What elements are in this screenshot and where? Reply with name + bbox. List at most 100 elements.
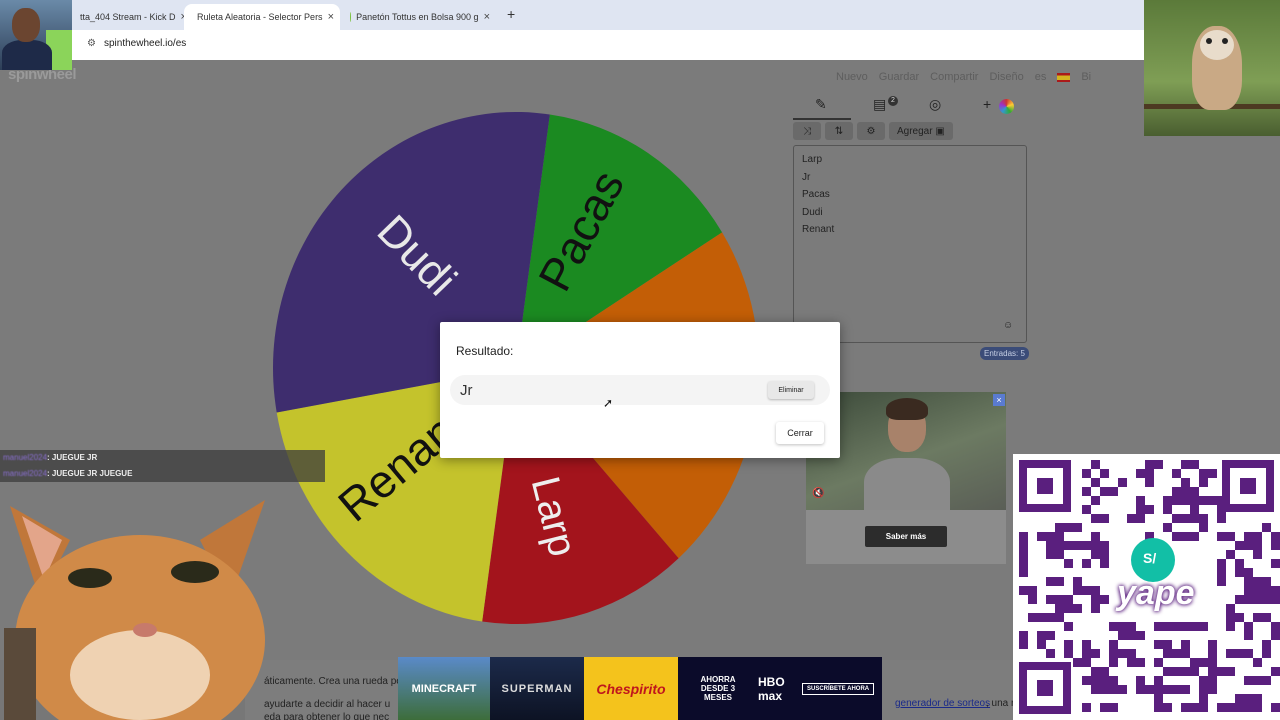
nav-save[interactable]: Guardar [879, 71, 919, 83]
qr-cell [1253, 541, 1262, 550]
mute-icon[interactable]: 🔇 [812, 488, 824, 499]
qr-cell [1100, 487, 1109, 496]
color-wheel-icon[interactable] [999, 99, 1014, 114]
new-tab-button[interactable]: + [507, 6, 515, 22]
sort-icon[interactable]: ⇅ [825, 122, 853, 140]
tab-close-icon[interactable]: × [328, 11, 334, 23]
ad-cta-button[interactable]: Saber más [865, 526, 947, 547]
qr-cell [1181, 487, 1190, 496]
qr-cell [1019, 532, 1028, 541]
qr-cell [1190, 514, 1199, 523]
qr-cell [1028, 586, 1037, 595]
qr-cell [1046, 631, 1055, 640]
mouse-cursor-icon: ➚ [603, 396, 614, 410]
ad-person-body [864, 458, 950, 510]
qr-cell [1055, 541, 1064, 550]
qr-cell [1091, 541, 1100, 550]
qr-cell [1181, 532, 1190, 541]
qr-cell [1118, 649, 1127, 658]
qr-cell [1262, 640, 1271, 649]
qr-cell [1244, 595, 1253, 604]
entry-line: Pacas [802, 189, 830, 200]
qr-cell [1046, 595, 1055, 604]
delete-button[interactable]: Eliminar [768, 381, 814, 399]
qr-cell [1073, 586, 1082, 595]
url-text[interactable]: spinthewheel.io/es [104, 38, 186, 49]
qr-cell [1082, 541, 1091, 550]
qr-cell [1253, 676, 1262, 685]
browser-tab-tottus[interactable]: Panetón Tottus en Bolsa 900 g × [342, 4, 498, 30]
qr-cell [1082, 640, 1091, 649]
image-icon: ▣ [935, 125, 945, 137]
ad-banner-minecraft[interactable]: MINECRAFT [398, 657, 490, 720]
qr-cell [1172, 496, 1181, 505]
qr-cell [1100, 703, 1109, 712]
qr-cell [1082, 586, 1091, 595]
close-button[interactable]: Cerrar [776, 422, 824, 444]
qr-cell [1145, 460, 1154, 469]
owl-face [1200, 30, 1234, 60]
address-bar[interactable]: ⚙ spinthewheel.io/es [0, 30, 1144, 60]
qr-cell [1127, 514, 1136, 523]
qr-cell [1100, 685, 1109, 694]
qr-cell [1181, 649, 1190, 658]
qr-cell [1073, 604, 1082, 613]
qr-cell [1199, 469, 1208, 478]
qr-cell [1226, 622, 1235, 631]
chat-username: manuel2024 [3, 453, 48, 462]
qr-cell [1145, 505, 1154, 514]
qr-cell [1172, 685, 1181, 694]
site-settings-icon[interactable]: ⚙ [87, 38, 96, 49]
qr-cell [1235, 559, 1244, 568]
qr-cell [1226, 550, 1235, 559]
qr-cell [1109, 676, 1118, 685]
qr-cell [1037, 631, 1046, 640]
qr-cell [1037, 640, 1046, 649]
entries-textarea[interactable]: Larp Jr Pacas Dudi Renant [793, 145, 1027, 343]
edit-icon[interactable]: ✎ [815, 96, 827, 113]
raffle-generator-link[interactable]: generador de sorteos [895, 698, 990, 709]
qr-cell [1046, 649, 1055, 658]
results-icon[interactable]: ▤ [873, 96, 886, 113]
qr-cell [1244, 541, 1253, 550]
qr-cell [1253, 595, 1262, 604]
yape-currency: S/ [1143, 550, 1157, 566]
hide-icon[interactable]: ◎ [929, 96, 941, 113]
ad-close-icon[interactable]: × [993, 394, 1005, 406]
qr-cell [1109, 622, 1118, 631]
browser-tab-ruleta[interactable]: Ruleta Aleatoria - Selector Pers × [184, 4, 340, 30]
browser-tab-kick[interactable]: tta_404 Stream - Kick D × [72, 4, 184, 30]
tab-label: Ruleta Aleatoria - Selector Pers [197, 12, 323, 22]
qr-cell [1082, 658, 1091, 667]
shuffle-icon[interactable]: ⤨ [793, 122, 821, 140]
tab-close-icon[interactable]: × [484, 11, 490, 23]
qr-cell [1253, 532, 1262, 541]
emoji-icon[interactable]: ☺ [1003, 320, 1013, 331]
qr-cell [1262, 523, 1271, 532]
ad-banner-superman[interactable]: SUPERMAN [490, 657, 584, 720]
nav-design[interactable]: Diseño [989, 71, 1023, 83]
qr-cell [1199, 622, 1208, 631]
ad-banner-chespirito[interactable]: Chespirito [584, 657, 678, 720]
qr-cell [1271, 559, 1280, 568]
qr-cell [1181, 703, 1190, 712]
spain-flag-icon [1057, 73, 1071, 82]
qr-cell [1217, 577, 1226, 586]
nav-language[interactable]: es [1035, 71, 1047, 83]
qr-cell [1028, 595, 1037, 604]
nav-user[interactable]: Bi [1081, 71, 1091, 83]
add-icon[interactable]: + [983, 96, 991, 112]
qr-cell [1055, 595, 1064, 604]
nav-share[interactable]: Compartir [930, 71, 978, 83]
add-image-button[interactable]: Agregar ▣ [889, 122, 953, 140]
qr-cell [1136, 496, 1145, 505]
ad-banner-hbomax[interactable]: AHORRA DESDE 3 MESES HBO max SUSCRÍBETE … [678, 657, 882, 720]
qr-cell [1262, 613, 1271, 622]
qr-cell [1118, 478, 1127, 487]
settings-icon[interactable]: ⚙ [857, 122, 885, 140]
qr-cell [1262, 649, 1271, 658]
nav-new[interactable]: Nuevo [836, 71, 868, 83]
qr-cell [1100, 541, 1109, 550]
qr-cell [1244, 586, 1253, 595]
yape-logo: yape [1117, 574, 1195, 612]
